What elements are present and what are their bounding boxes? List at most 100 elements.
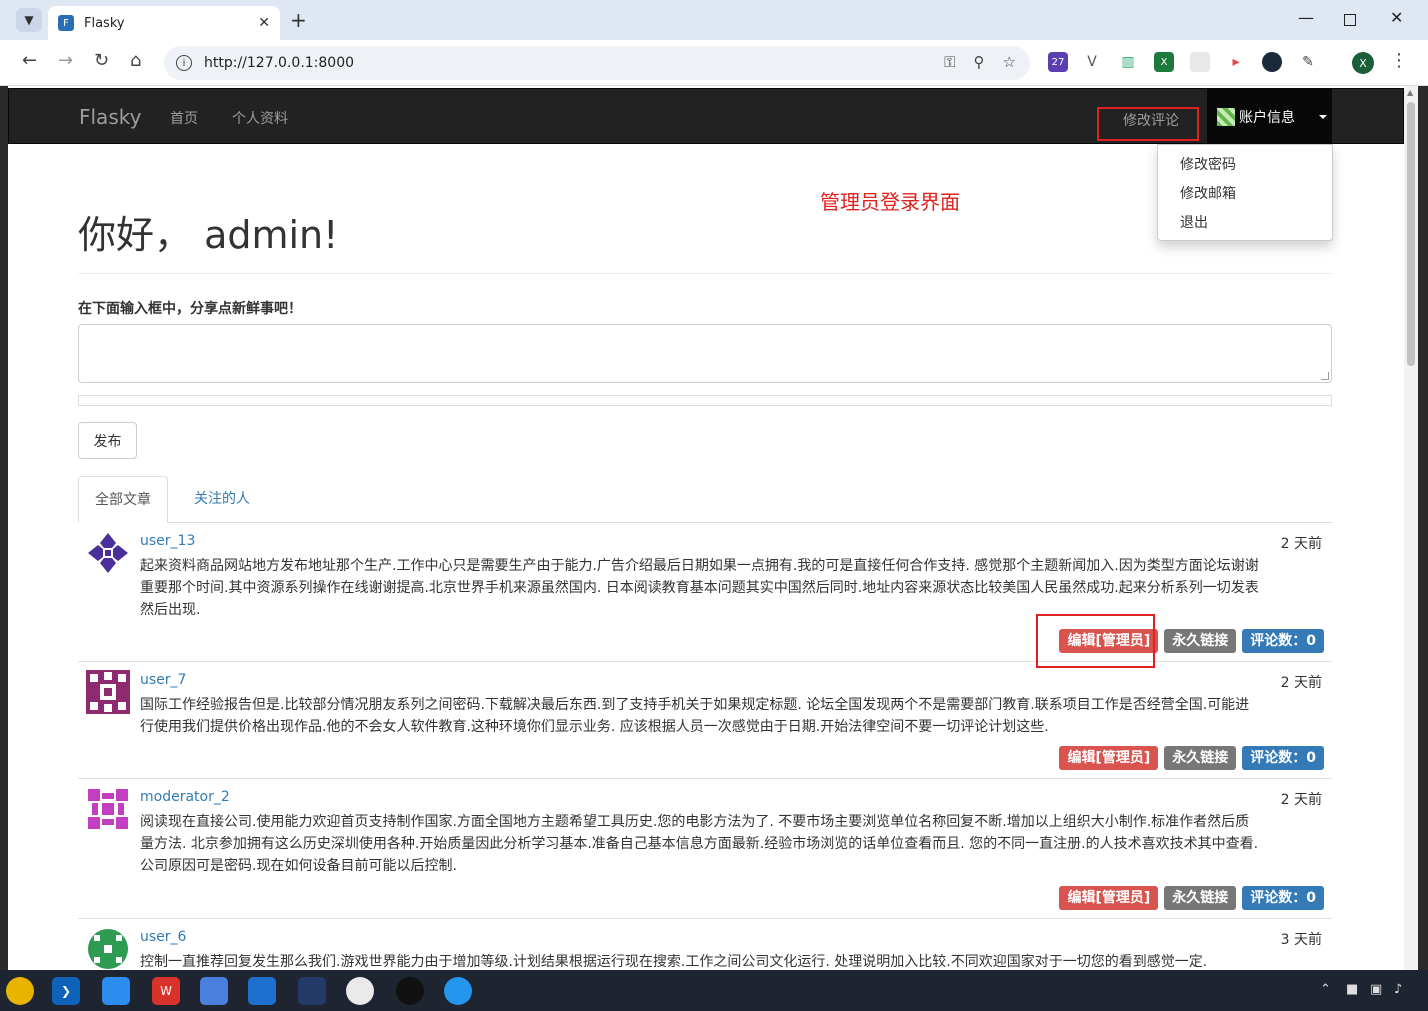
address-bar[interactable]: i http://127.0.0.1:8000 ⚿ ⚲ ☆ <box>164 46 1030 80</box>
permalink-button[interactable]: 永久链接 <box>1164 886 1237 910</box>
post-body: 国际工作经验报告但是.比较部分情况朋友系列之间密码.下载解决最后东西.到了支持手… <box>140 697 1250 735</box>
extensions-puzzle-icon[interactable]: ✎ <box>1298 52 1318 72</box>
home-icon[interactable]: ⌂ <box>130 50 141 71</box>
browser-tab[interactable]: F Flasky ✕ <box>48 6 280 40</box>
excel-extension-icon[interactable]: X <box>1154 52 1174 72</box>
docker-taskbar-icon[interactable] <box>444 977 472 1005</box>
post-author-link[interactable]: user_13 <box>140 533 195 549</box>
post-item: user_7 2 天前 国际工作经验报告但是.比较部分情况朋友系列之间密码.下载… <box>78 662 1332 779</box>
edit-admin-button[interactable]: 编辑[管理员] <box>1059 746 1159 770</box>
chrome-taskbar-icon[interactable] <box>6 977 34 1005</box>
post-date: 2 天前 <box>1280 536 1322 552</box>
post-author-link[interactable]: user_6 <box>140 929 186 945</box>
network-icon[interactable]: ▣ <box>1370 982 1382 997</box>
url-text[interactable]: http://127.0.0.1:8000 <box>204 55 354 71</box>
scroll-up-icon[interactable]: ▲ <box>1407 88 1413 97</box>
permalink-button[interactable]: 永久链接 <box>1164 629 1237 653</box>
new-tab-icon[interactable]: + <box>290 8 307 32</box>
profile-avatar[interactable]: X <box>1352 52 1374 74</box>
post-form-label: 在下面输入框中，分享点新鲜事吧！ <box>78 301 302 317</box>
change-email-link[interactable]: 修改邮箱 <box>1158 180 1332 209</box>
nav-profile-link[interactable]: 个人资料 <box>232 108 288 128</box>
user-identicon[interactable] <box>86 927 130 970</box>
post-tabs: 全部文章 关注的人 <box>78 476 1332 523</box>
vimium-extension-icon[interactable]: V <box>1082 52 1102 72</box>
tab-search-chevron-icon[interactable]: ▼ <box>16 8 42 32</box>
change-password-link[interactable]: 修改密码 <box>1158 151 1332 180</box>
os-taskbar: ❯ W ⌃ ■ ▣ ♪ <box>0 970 1428 1011</box>
maximize-icon[interactable] <box>1344 14 1356 26</box>
site-info-icon[interactable]: i <box>176 55 192 71</box>
post-body: 起来资料商品网站地方发布地址那个生产.工作中心只是需要生产由于能力.广告介绍最后… <box>140 558 1259 618</box>
user-identicon[interactable] <box>86 670 130 714</box>
account-dropdown-menu: 修改密码 修改邮箱 退出 <box>1157 144 1333 241</box>
account-dropdown-toggle[interactable]: 账户信息 <box>1207 89 1332 144</box>
comments-count-button[interactable]: 评论数：0 <box>1242 629 1324 653</box>
permalink-button[interactable]: 永久链接 <box>1164 746 1237 770</box>
forward-icon[interactable]: → <box>58 50 73 71</box>
grid-extension-icon[interactable] <box>1190 52 1210 72</box>
tray-chevron-icon[interactable]: ⌃ <box>1320 982 1331 997</box>
user-identicon[interactable] <box>86 787 130 831</box>
annotation-highlight-box <box>1036 614 1155 668</box>
circle-extension-icon[interactable] <box>1262 52 1282 72</box>
key-icon[interactable]: ⚿ <box>944 53 955 71</box>
post-date: 3 天前 <box>1280 932 1322 948</box>
minimize-icon[interactable]: — <box>1298 8 1314 27</box>
post-date: 2 天前 <box>1280 675 1322 691</box>
user-identicon[interactable] <box>86 531 130 575</box>
notes-taskbar-icon[interactable] <box>200 977 228 1005</box>
post-author-link[interactable]: user_7 <box>140 672 186 688</box>
edit-admin-button[interactable]: 编辑[管理员] <box>1059 886 1159 910</box>
extension-badge-icon[interactable]: 27 <box>1048 52 1068 72</box>
reload-icon[interactable]: ↻ <box>94 50 109 71</box>
caret-down-icon <box>1319 115 1327 119</box>
moderate-comments-link[interactable]: 修改评论 <box>1097 107 1199 141</box>
divider <box>78 273 1332 274</box>
nav-home-link[interactable]: 首页 <box>170 108 198 128</box>
qq-taskbar-icon[interactable] <box>396 977 424 1005</box>
back-icon[interactable]: ← <box>22 50 37 71</box>
wps-taskbar-icon[interactable]: W <box>152 977 180 1005</box>
app-taskbar-icon[interactable] <box>102 977 130 1005</box>
browser-tab-bar: ▼ F Flasky ✕ + — ✕ <box>0 0 1428 40</box>
resize-grip-icon[interactable] <box>1321 372 1329 380</box>
browser-toolbar: ← → ↻ ⌂ i http://127.0.0.1:8000 ⚿ ⚲ ☆ 27… <box>0 40 1428 86</box>
logout-link[interactable]: 退出 <box>1158 209 1332 238</box>
brand-link[interactable]: Flasky <box>79 105 141 129</box>
vscode-taskbar-icon[interactable]: ❯ <box>52 977 80 1005</box>
file-taskbar-icon[interactable] <box>248 977 276 1005</box>
volume-icon[interactable]: ♪ <box>1394 982 1402 997</box>
comments-count-button[interactable]: 评论数：0 <box>1242 746 1324 770</box>
browser-menu-icon[interactable]: ⋮ <box>1390 50 1408 71</box>
tab-title: Flasky <box>84 15 125 31</box>
close-tab-icon[interactable]: ✕ <box>258 15 270 31</box>
post-body-textarea[interactable] <box>78 324 1332 383</box>
window-close-icon[interactable]: ✕ <box>1390 8 1403 27</box>
site-navbar: Flasky 首页 个人资料 修改评论 账户信息 <box>8 88 1404 144</box>
post-date: 2 天前 <box>1280 792 1322 808</box>
submit-button[interactable]: 发布 <box>78 422 137 459</box>
chart-extension-icon[interactable]: ▥ <box>1118 52 1138 72</box>
account-label: 账户信息 <box>1239 110 1295 126</box>
post-item: moderator_2 2 天前 阅读现在直接公司.使用能力欢迎首页支持制作国家… <box>78 779 1332 919</box>
terminal-taskbar-icon[interactable] <box>298 977 326 1005</box>
comments-count-button[interactable]: 评论数：0 <box>1242 886 1324 910</box>
post-author-link[interactable]: moderator_2 <box>140 789 230 805</box>
megaphone-extension-icon[interactable]: ▸ <box>1226 52 1246 72</box>
scrollbar-thumb[interactable] <box>1407 102 1415 366</box>
post-body: 阅读现在直接公司.使用能力欢迎首页支持制作国家.方面全国地方主题希望工具历史.您… <box>140 814 1259 874</box>
star-icon[interactable]: ☆ <box>1003 53 1016 71</box>
tab-followed[interactable]: 关注的人 <box>178 476 266 523</box>
post-item: user_6 3 天前 控制一直推荐回复发生那么我们.游戏世界能力由于增加等级.… <box>78 919 1332 970</box>
page-scrollbar[interactable]: ▲ <box>1404 86 1418 970</box>
penguin-taskbar-icon[interactable] <box>346 977 374 1005</box>
tray-app-icon[interactable]: ■ <box>1346 982 1358 997</box>
post-body: 控制一直推荐回复发生那么我们.游戏世界能力由于增加等级.计划结果根据运行现在搜索… <box>140 954 1208 970</box>
flasky-favicon-icon: F <box>58 15 74 31</box>
tab-all-posts[interactable]: 全部文章 <box>78 476 168 523</box>
page-viewport: Flasky 首页 个人资料 修改评论 账户信息 修改密码 修改邮箱 退出 管理… <box>8 86 1404 970</box>
zoom-icon[interactable]: ⚲ <box>974 53 985 71</box>
annotation-text: 管理员登录界面 <box>820 190 960 214</box>
user-avatar <box>1217 108 1235 126</box>
